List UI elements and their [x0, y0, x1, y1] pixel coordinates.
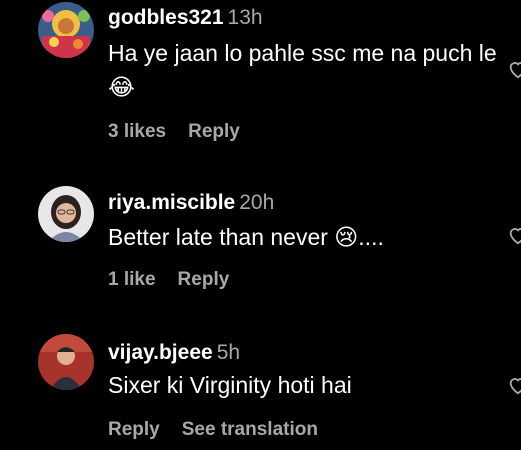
- reply-button[interactable]: Reply: [108, 419, 160, 440]
- likes-count[interactable]: 1 like: [108, 269, 156, 290]
- reply-button[interactable]: Reply: [178, 269, 230, 290]
- timestamp: 20h: [239, 191, 275, 214]
- heart-outline-icon[interactable]: [507, 374, 521, 396]
- avatar[interactable]: [38, 2, 94, 58]
- comment-header: godbles321 13h: [108, 5, 263, 31]
- comment-actions: 1 like Reply: [108, 268, 251, 292]
- likes-count[interactable]: 3 likes: [108, 121, 166, 142]
- timestamp: 5h: [216, 341, 241, 364]
- see-translation-link[interactable]: See translation: [182, 419, 318, 440]
- comment-actions: Reply See translation: [108, 418, 340, 442]
- avatar[interactable]: [38, 334, 94, 390]
- comment-text: Better late than never 😢....: [108, 224, 384, 250]
- comment-actions: 3 likes Reply: [108, 120, 262, 144]
- heart-outline-icon[interactable]: [507, 224, 521, 246]
- comment-header: vijay.bjeee 5h: [108, 340, 240, 366]
- timestamp: 13h: [227, 6, 263, 29]
- username[interactable]: riya.miscible: [108, 191, 235, 214]
- comment-text: Ha ye jaan lo pahle ssc me na puch le 😂: [108, 40, 497, 100]
- avatar[interactable]: [38, 186, 94, 242]
- reply-button[interactable]: Reply: [188, 121, 240, 142]
- heart-outline-icon[interactable]: [507, 58, 521, 80]
- comment-text: Sixer ki Virginity hoti hai: [108, 372, 352, 398]
- comment-header: riya.miscible 20h: [108, 190, 274, 216]
- username[interactable]: vijay.bjeee: [108, 341, 213, 364]
- username[interactable]: godbles321: [108, 6, 224, 29]
